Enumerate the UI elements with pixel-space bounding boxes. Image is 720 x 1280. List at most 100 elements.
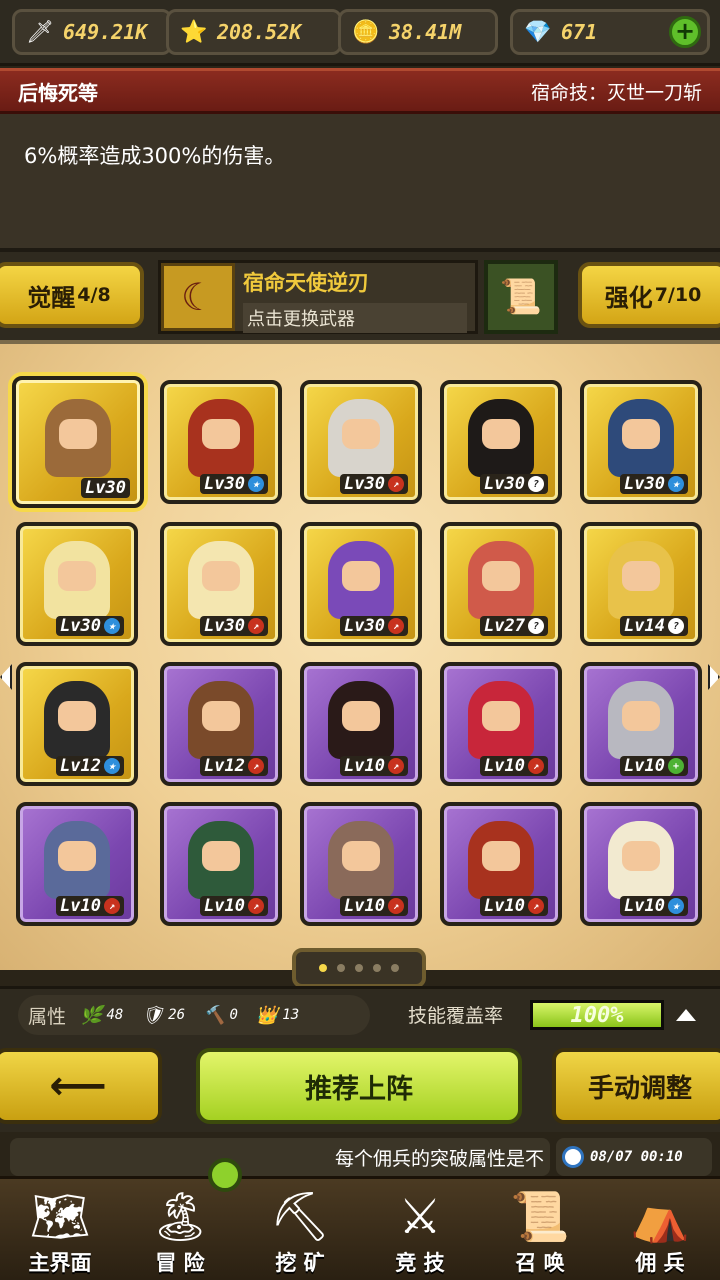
hero-level-text: Lv30: [204, 474, 245, 494]
add-gems-button[interactable]: +: [669, 16, 701, 48]
page-dot[interactable]: [391, 964, 399, 972]
hero-level: Lv12 ★: [56, 756, 124, 776]
star-badge-icon: ★: [104, 758, 120, 774]
notification-dot: [208, 1158, 242, 1192]
hero-card[interactable]: Lv10 +: [580, 662, 702, 786]
nav-label: 佣 兵: [635, 1251, 685, 1275]
hero-level: Lv10 ★: [620, 896, 688, 916]
hero-level: Lv30 ★: [200, 474, 268, 494]
arena-icon: ⚔: [398, 1189, 442, 1245]
clock: 08/07 00:10: [556, 1138, 712, 1176]
hero-level-text: Lv30: [204, 616, 245, 636]
hero-level-text: Lv10: [484, 756, 525, 776]
hero-level-text: Lv10: [344, 896, 385, 916]
expand-up-icon[interactable]: [676, 1009, 696, 1021]
hero-portrait: [608, 681, 674, 759]
manual-adjust-button[interactable]: 手动调整: [552, 1048, 720, 1124]
attr-nature-value: 48: [106, 1007, 124, 1023]
hero-card[interactable]: Lv30 ↗: [160, 522, 282, 646]
hero-level-text: Lv30: [60, 616, 101, 636]
hero-portrait: [188, 541, 254, 619]
page-dot[interactable]: [355, 964, 363, 972]
hero-portrait: [328, 681, 394, 759]
hero-card[interactable]: Lv30: [12, 376, 144, 508]
upgrade-badge-icon: ↗: [388, 758, 404, 774]
hero-portrait: [468, 681, 534, 759]
hero-level: Lv14?: [620, 616, 688, 636]
hero-card[interactable]: Lv30 ↗: [300, 380, 422, 504]
attribute-summary: 属性 🌿 48 🛡 26 🔨 0 👑 13: [18, 995, 370, 1035]
nav-summon[interactable]: 📜 召 唤: [480, 1179, 600, 1280]
hero-card[interactable]: Lv30 ★: [160, 380, 282, 504]
skill-coverage-fill: 100%: [533, 1002, 661, 1028]
adventure-icon: 🏝: [149, 1189, 211, 1245]
recommend-deploy-button[interactable]: 推荐上阵: [196, 1048, 522, 1124]
clock-time: 08/07 00:10: [590, 1149, 683, 1165]
mining-icon: ⛏: [269, 1189, 331, 1245]
hero-card[interactable]: Lv10 ↗: [440, 662, 562, 786]
hero-level: Lv30: [81, 478, 130, 498]
hero-card[interactable]: Lv10 ↗: [300, 802, 422, 926]
bottom-nav: 🗺 主界面 🏝 冒 险 ⛏ 挖 矿 ⚔ 竞 技 📜 召 唤 ⛺ 佣 兵: [0, 1176, 720, 1280]
power-resource: 🗡 649.21K: [12, 9, 172, 55]
page-dot[interactable]: [319, 964, 327, 972]
hero-card[interactable]: Lv12 ↗: [160, 662, 282, 786]
power-value: 649.21K: [63, 20, 148, 44]
weapon-row: 觉醒 4/8 ☾ 宿命天使逆刃 点击更换武器 📜 强化 7/10: [0, 252, 720, 340]
exp-resource: ⭐ 208.52K: [166, 9, 342, 55]
hero-card[interactable]: Lv12 ★: [16, 662, 138, 786]
nav-mining[interactable]: ⛏ 挖 矿: [240, 1179, 360, 1280]
star-badge-icon: ★: [668, 898, 684, 914]
awaken-label: 觉醒: [27, 283, 76, 312]
upgrade-badge-icon: ↗: [388, 898, 404, 914]
hero-card[interactable]: Lv27?: [440, 522, 562, 646]
hero-card[interactable]: Lv10 ↗: [160, 802, 282, 926]
sword-icon: 🗡: [26, 19, 54, 45]
star-badge-icon: ★: [248, 476, 264, 492]
hero-card[interactable]: Lv10 ↗: [300, 662, 422, 786]
resource-bar: 🗡 649.21K ⭐ 208.52K 🪙 38.41M 💎 671 +: [0, 0, 720, 66]
page-dot[interactable]: [337, 964, 345, 972]
back-arrow-icon: ⟵: [49, 1063, 107, 1109]
hero-level: Lv10 +: [620, 756, 688, 776]
enhance-button[interactable]: 强化 7/10: [578, 262, 720, 328]
hero-card[interactable]: Lv30?: [440, 380, 562, 504]
question-badge-icon: ?: [668, 618, 684, 634]
nav-mercenary[interactable]: ⛺ 佣 兵: [600, 1179, 720, 1280]
hero-card[interactable]: Lv30 ★: [580, 380, 702, 504]
hero-card[interactable]: Lv10 ★: [580, 802, 702, 926]
hero-card[interactable]: Lv14?: [580, 522, 702, 646]
nav-arena[interactable]: ⚔ 竞 技: [360, 1179, 480, 1280]
hero-card[interactable]: Lv10 ↗: [440, 802, 562, 926]
skill-header: 后悔死等 宿命技：灭世一刀斩: [0, 68, 720, 114]
weapon-selector[interactable]: ☾ 宿命天使逆刃 点击更换武器: [158, 260, 478, 334]
skill-coverage-value: 100%: [570, 1002, 624, 1028]
hero-level: Lv10 ↗: [340, 756, 408, 776]
hero-card[interactable]: Lv30 ↗: [300, 522, 422, 646]
upgrade-badge-icon: ↗: [528, 758, 544, 774]
attr-nature: 🌿 48: [80, 1005, 123, 1026]
nav-home[interactable]: 🗺 主界面: [0, 1179, 120, 1280]
coin-icon: 🪙: [352, 19, 380, 45]
page-dot[interactable]: [373, 964, 381, 972]
nav-label: 挖 矿: [275, 1251, 325, 1275]
hero-level-text: Lv10: [624, 896, 665, 916]
hero-portrait: [328, 399, 394, 477]
hero-card[interactable]: Lv30 ★: [16, 522, 138, 646]
hero-level: Lv30?: [480, 474, 548, 494]
scroll-icon[interactable]: 📜: [484, 260, 558, 334]
hero-card[interactable]: Lv10 ↗: [16, 802, 138, 926]
awaken-button[interactable]: 觉醒 4/8: [0, 262, 144, 328]
skill-description-panel: 6%概率造成300%的伤害。: [0, 114, 720, 252]
attr-crown-value: 13: [282, 1007, 300, 1023]
nav-label: 召 唤: [515, 1251, 565, 1275]
upgrade-badge-icon: ↗: [528, 898, 544, 914]
nav-adventure[interactable]: 🏝 冒 险: [120, 1179, 240, 1280]
exp-value: 208.52K: [217, 20, 302, 44]
hero-portrait: [468, 821, 534, 899]
hero-level: Lv12 ↗: [200, 756, 268, 776]
enhance-label: 强化: [604, 283, 653, 312]
leaf-icon: 🌿: [80, 1004, 103, 1026]
hero-portrait: [188, 821, 254, 899]
back-button[interactable]: ⟵: [0, 1048, 162, 1124]
